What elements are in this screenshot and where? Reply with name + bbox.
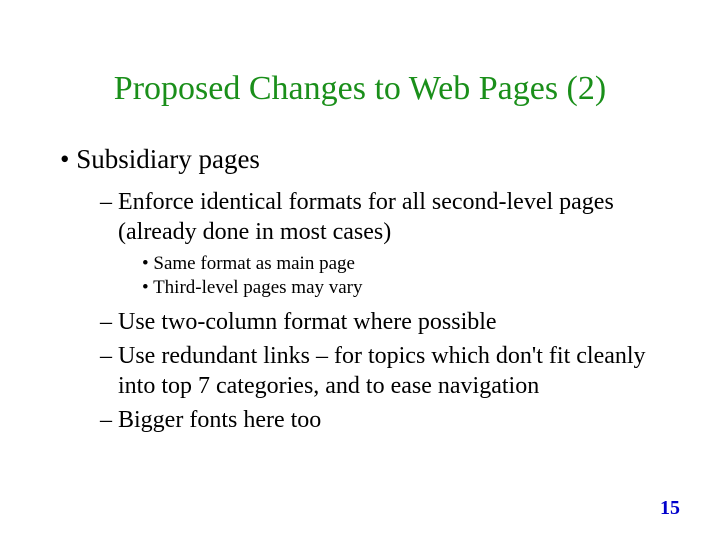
slide-title: Proposed Changes to Web Pages (2) [60,70,660,108]
page-number: 15 [660,497,680,520]
bullet-level3: Same format as main page [156,253,660,275]
bullet-level2: Enforce identical formats for all second… [118,187,660,247]
bullet-level3: Third-level pages may vary [156,277,660,299]
bullet-level2: Bigger fonts here too [118,405,660,435]
bullet-level2: Use two-column format where possible [118,307,660,337]
bullet-level2: Use redundant links – for topics which d… [118,341,660,401]
slide-content: Proposed Changes to Web Pages (2) Subsid… [0,0,720,435]
bullet-level3-group: Same format as main page Third-level pag… [60,253,660,299]
bullet-level1: Subsidiary pages [78,144,660,175]
